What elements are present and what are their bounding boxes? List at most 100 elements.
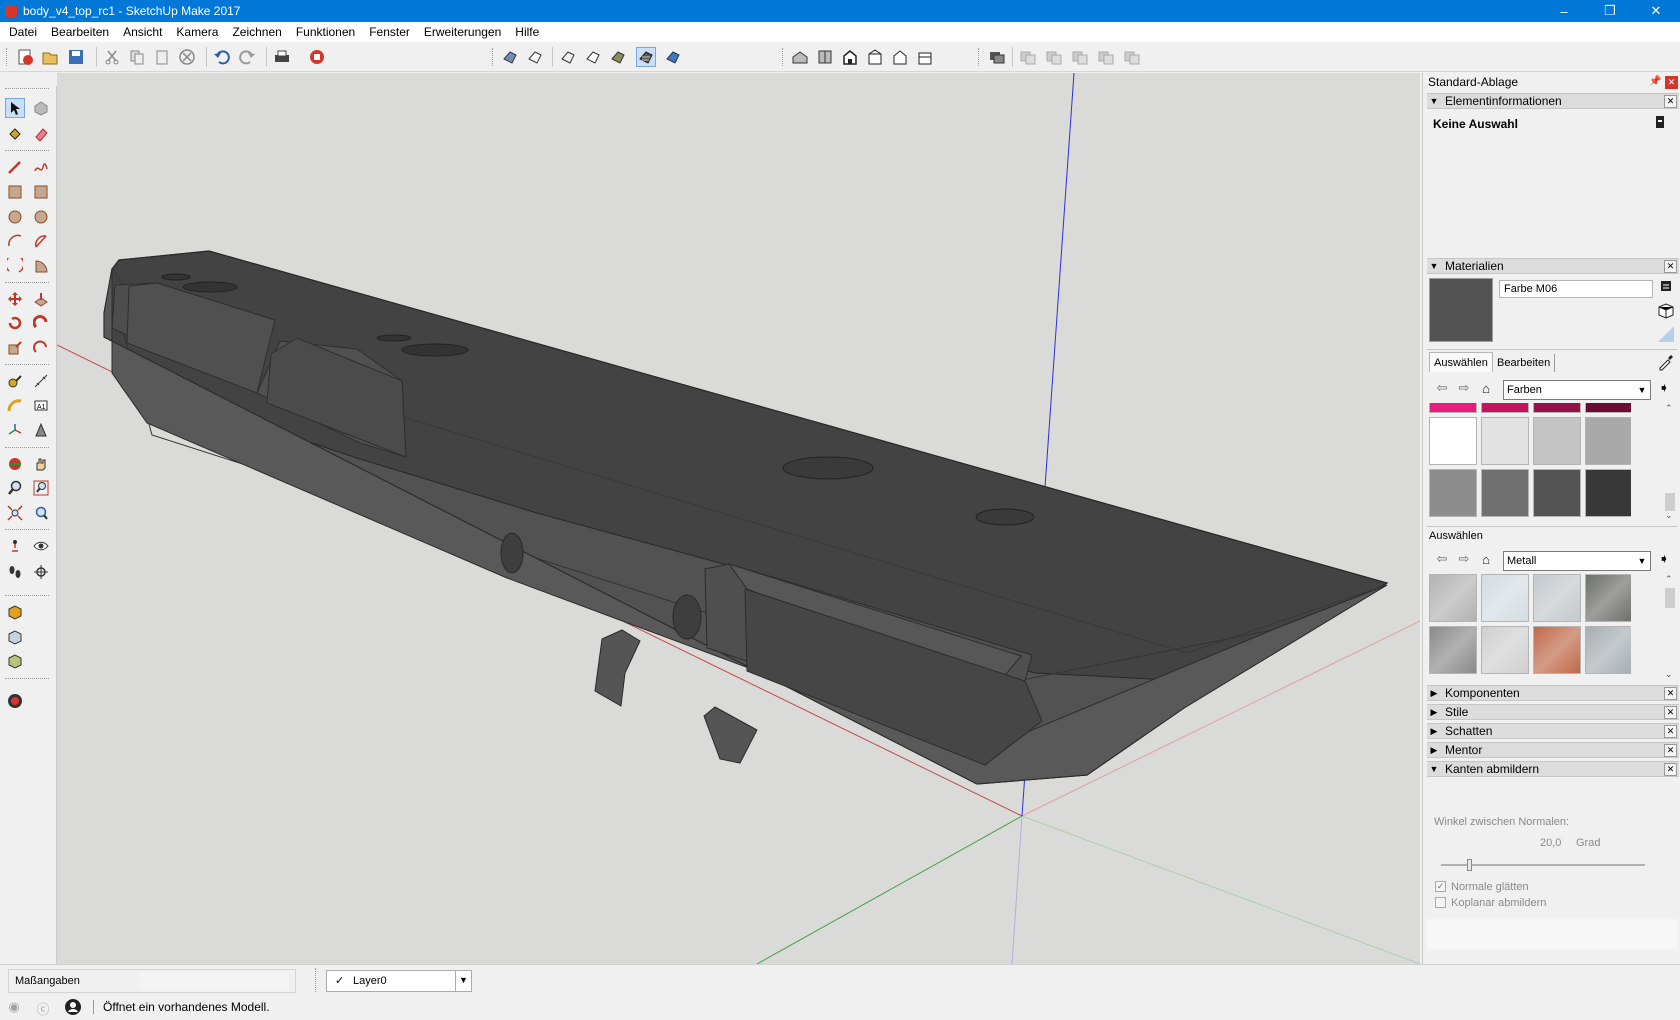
- left-view-icon[interactable]: [915, 47, 935, 67]
- styles-header[interactable]: ▶ Stile ✕: [1427, 704, 1679, 720]
- measurements-box[interactable]: Maßangaben: [8, 969, 296, 993]
- geolocation-icon[interactable]: ◉: [6, 999, 22, 1015]
- menu-ansicht[interactable]: Ansicht: [116, 22, 169, 42]
- menu-bearbeiten[interactable]: Bearbeiten: [44, 22, 116, 42]
- forward-arrow-icon[interactable]: ⇨: [1455, 379, 1473, 397]
- metal-swatch[interactable]: [1533, 626, 1581, 674]
- mentor-header[interactable]: ▶ Mentor ✕: [1427, 742, 1679, 758]
- share-model-icon[interactable]: [5, 651, 25, 671]
- zoom-extents-icon[interactable]: [5, 503, 25, 523]
- scroll-up-icon[interactable]: ⌃: [1665, 403, 1673, 414]
- metal-swatch[interactable]: [1585, 574, 1631, 622]
- push-pull-icon[interactable]: [31, 289, 51, 309]
- paste-icon[interactable]: [152, 47, 172, 67]
- circle-icon[interactable]: [5, 207, 25, 227]
- restore-button[interactable]: ❐: [1587, 0, 1633, 22]
- scale-icon[interactable]: [5, 338, 25, 358]
- tape-measure-icon[interactable]: [5, 371, 25, 391]
- material-name-field[interactable]: Farbe M06: [1499, 280, 1653, 298]
- zoom-icon[interactable]: [5, 478, 25, 498]
- material-details-icon[interactable]: [1659, 279, 1673, 293]
- entity-info-header[interactable]: ▼ Elementinformationen ✕: [1427, 93, 1679, 109]
- xray-style-icon[interactable]: [500, 47, 520, 67]
- cut-icon[interactable]: [102, 47, 122, 67]
- details-arrow-icon[interactable]: ➧: [1655, 550, 1673, 568]
- menu-zeichnen[interactable]: Zeichnen: [225, 22, 288, 42]
- toolbar-grip[interactable]: [6, 48, 9, 66]
- back-edges-style-icon[interactable]: [525, 47, 545, 67]
- freehand-icon[interactable]: [31, 157, 51, 177]
- color-swatch[interactable]: [1585, 403, 1631, 413]
- color-swatch[interactable]: [1481, 417, 1529, 465]
- home-icon[interactable]: ⌂: [1477, 550, 1495, 568]
- color-swatch[interactable]: [1533, 403, 1581, 413]
- layout-icon[interactable]: [5, 691, 25, 711]
- layer-select[interactable]: ✓ Layer0 ▼: [326, 970, 472, 992]
- details-arrow-icon[interactable]: ➧: [1655, 379, 1673, 397]
- menu-datei[interactable]: Datei: [2, 22, 44, 42]
- erase-icon[interactable]: [177, 47, 197, 67]
- shaded-style-icon[interactable]: [608, 47, 628, 67]
- color-swatch[interactable]: [1585, 417, 1631, 465]
- pan-hand-icon[interactable]: [31, 454, 51, 474]
- print-icon[interactable]: [272, 47, 292, 67]
- eraser-icon[interactable]: [31, 124, 51, 144]
- trim-icon[interactable]: [1096, 47, 1116, 67]
- walk-footprints-icon[interactable]: [5, 562, 25, 582]
- back-view-icon[interactable]: [890, 47, 910, 67]
- subtract-icon[interactable]: [1044, 47, 1064, 67]
- paint-bucket-icon[interactable]: [5, 124, 25, 144]
- new-file-icon[interactable]: [15, 47, 35, 67]
- measurements-input[interactable]: [139, 972, 289, 990]
- tab-bearbeiten[interactable]: Bearbeiten: [1493, 354, 1556, 372]
- color-swatch[interactable]: [1481, 469, 1529, 517]
- protractor-icon[interactable]: [5, 396, 25, 416]
- smooth-normals-checkbox[interactable]: ✓: [1435, 881, 1446, 892]
- intersect-icon[interactable]: [1070, 47, 1090, 67]
- soften-edges-close-icon[interactable]: ✕: [1664, 762, 1677, 776]
- wireframe-style-icon[interactable]: [558, 47, 578, 67]
- model-viewport[interactable]: [57, 73, 1420, 964]
- extension-warehouse-icon[interactable]: [5, 627, 25, 647]
- axes-icon[interactable]: [5, 420, 25, 440]
- text-label-icon[interactable]: A1: [31, 396, 51, 416]
- metal-swatch[interactable]: [1585, 626, 1631, 674]
- menu-fenster[interactable]: Fenster: [362, 22, 417, 42]
- home-icon[interactable]: ⌂: [1477, 379, 1495, 397]
- soften-edges-header[interactable]: ▼ Kanten abmildern ✕: [1427, 761, 1679, 777]
- metal-swatch[interactable]: [1429, 574, 1477, 622]
- offset-icon[interactable]: [31, 338, 51, 358]
- user-account-icon[interactable]: [64, 998, 82, 1016]
- entity-info-expand-icon[interactable]: [1653, 115, 1667, 129]
- menu-hilfe[interactable]: Hilfe: [508, 22, 546, 42]
- follow-me-icon[interactable]: [31, 313, 51, 333]
- menu-erweiterungen[interactable]: Erweiterungen: [417, 22, 508, 42]
- layers-icon[interactable]: [987, 47, 1007, 67]
- model-canvas[interactable]: [57, 73, 1420, 964]
- look-around-eye-icon[interactable]: [31, 536, 51, 556]
- position-camera-icon[interactable]: [5, 536, 25, 556]
- components-header[interactable]: ▶ Komponenten ✕: [1427, 685, 1679, 701]
- arc-icon[interactable]: [5, 231, 25, 251]
- color-swatch[interactable]: [1533, 417, 1581, 465]
- right-view-icon[interactable]: [865, 47, 885, 67]
- orbit-icon[interactable]: [5, 454, 25, 474]
- slider-thumb[interactable]: [1467, 859, 1472, 871]
- model-info-icon[interactable]: [307, 47, 327, 67]
- save-icon[interactable]: [66, 47, 86, 67]
- rotated-rectangle-icon[interactable]: [31, 182, 51, 202]
- polygon-icon[interactable]: [31, 207, 51, 227]
- select-arrow-icon[interactable]: [5, 98, 25, 118]
- color-swatch[interactable]: [1533, 469, 1581, 517]
- previous-view-icon[interactable]: [31, 503, 51, 523]
- pin-icon[interactable]: 📌: [1649, 76, 1661, 87]
- 3d-text-icon[interactable]: [31, 420, 51, 440]
- monochrome-style-icon[interactable]: [663, 47, 683, 67]
- forward-arrow-icon[interactable]: ⇨: [1455, 550, 1473, 568]
- zoom-window-icon[interactable]: [31, 478, 51, 498]
- dimension-icon[interactable]: [31, 371, 51, 391]
- metal-scrollbar[interactable]: ⌃ ⌄: [1663, 574, 1677, 680]
- make-component-icon[interactable]: [31, 98, 51, 118]
- color-swatch[interactable]: [1481, 403, 1529, 413]
- rotate-icon[interactable]: [5, 313, 25, 333]
